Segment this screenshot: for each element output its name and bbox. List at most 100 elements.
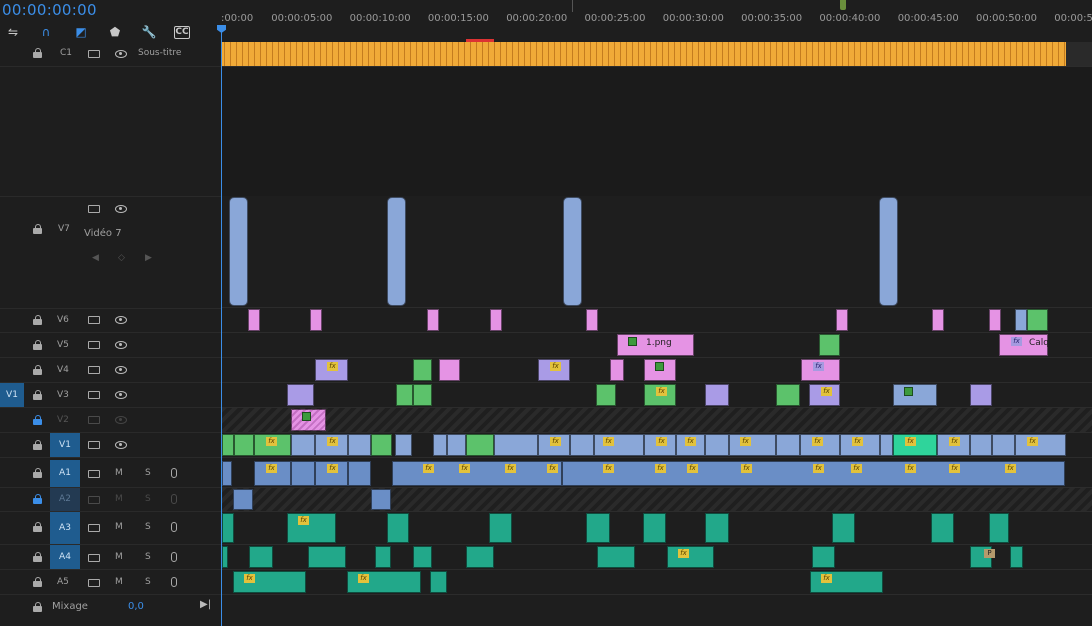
v4-clip[interactable] xyxy=(439,359,460,381)
sync-lock-icon[interactable] xyxy=(88,205,100,213)
v6-clip[interactable] xyxy=(490,309,502,331)
v2-clip[interactable] xyxy=(291,409,326,431)
v6-clip[interactable] xyxy=(836,309,848,331)
v6-clip[interactable] xyxy=(1015,309,1027,331)
wrench-icon[interactable]: 🔧 xyxy=(141,24,157,40)
v3-clip[interactable] xyxy=(970,384,992,406)
lock-icon[interactable] xyxy=(33,577,43,587)
a3-clip[interactable] xyxy=(832,513,855,543)
a1-clip[interactable]: fx xyxy=(254,461,291,486)
v5-clip[interactable] xyxy=(819,334,840,356)
v7-clip[interactable] xyxy=(229,197,248,306)
v3-clip[interactable] xyxy=(776,384,800,406)
snap-magnet-icon[interactable]: ∩ xyxy=(38,24,54,40)
v1-clip[interactable] xyxy=(880,434,893,456)
v1-clip[interactable]: fx xyxy=(893,434,937,456)
v1-clip[interactable] xyxy=(395,434,412,456)
marker-icon[interactable]: ⬟ xyxy=(107,24,123,40)
lock-icon[interactable] xyxy=(33,440,43,450)
v1-clip[interactable] xyxy=(447,434,466,456)
mute-button[interactable]: M xyxy=(115,577,123,587)
v3-clip[interactable] xyxy=(596,384,616,406)
a3-clip[interactable] xyxy=(931,513,954,543)
mic-icon[interactable] xyxy=(171,468,177,478)
sync-lock-icon[interactable] xyxy=(88,341,100,349)
a4-clip[interactable] xyxy=(597,546,635,568)
sync-lock-icon[interactable] xyxy=(88,366,100,374)
track-target-a4[interactable]: A4 xyxy=(50,545,80,569)
lane-a4[interactable] xyxy=(221,545,1092,570)
a3-clip[interactable] xyxy=(643,513,666,543)
a1-clip-long[interactable]: fx fx fx fx xyxy=(392,461,562,486)
v3-clip[interactable] xyxy=(705,384,729,406)
eye-icon[interactable] xyxy=(115,366,127,374)
a2-clip[interactable] xyxy=(371,489,391,510)
v1-clip[interactable]: fx xyxy=(937,434,970,456)
a1-clip[interactable] xyxy=(291,461,315,486)
solo-button[interactable]: S xyxy=(145,522,151,532)
sync-lock-icon[interactable] xyxy=(88,554,100,562)
sync-lock-icon[interactable] xyxy=(88,524,100,532)
a4-clip[interactable] xyxy=(1010,546,1023,568)
lock-icon[interactable] xyxy=(33,315,43,325)
lane-v7[interactable] xyxy=(221,196,1092,308)
lock-icon[interactable] xyxy=(33,552,43,562)
v3-clip[interactable] xyxy=(893,384,937,406)
track-target-a2[interactable]: A2 xyxy=(50,488,80,511)
v1-clip[interactable] xyxy=(776,434,800,456)
v1-clip[interactable] xyxy=(371,434,392,456)
a4-clip[interactable] xyxy=(375,546,391,568)
a3-clip[interactable] xyxy=(705,513,729,543)
lock-icon[interactable] xyxy=(33,415,43,425)
v1-clip[interactable] xyxy=(494,434,538,456)
a4-clip[interactable]: P xyxy=(970,546,995,568)
skip-to-end-icon[interactable]: ▶| xyxy=(200,599,211,610)
v4-clip[interactable]: fx xyxy=(801,359,840,381)
insert-icon[interactable]: ⇋ xyxy=(5,24,21,40)
a5-clip[interactable]: fx xyxy=(233,571,306,593)
v3-clip[interactable] xyxy=(413,384,432,406)
v1-clip[interactable]: fx xyxy=(315,434,348,456)
v6-clip[interactable] xyxy=(1027,309,1048,331)
v7-clip[interactable] xyxy=(563,197,582,306)
sync-lock-icon[interactable] xyxy=(88,579,100,587)
mute-button[interactable]: M xyxy=(115,468,123,478)
v4-clip[interactable] xyxy=(610,359,624,381)
v1-clip[interactable]: fx xyxy=(676,434,705,456)
lock-icon[interactable] xyxy=(33,224,43,234)
lane-a2[interactable] xyxy=(221,488,1092,512)
v1-clip[interactable] xyxy=(234,434,254,456)
v1-clip[interactable] xyxy=(433,434,447,456)
v6-clip[interactable] xyxy=(989,309,1001,331)
mic-icon[interactable] xyxy=(171,552,177,562)
v1-clip[interactable] xyxy=(348,434,371,456)
v4-clip[interactable] xyxy=(644,359,676,381)
v3-clip[interactable] xyxy=(287,384,314,406)
a5-clip[interactable]: fx xyxy=(347,571,421,593)
solo-button[interactable]: S xyxy=(145,468,151,478)
sync-lock-icon[interactable] xyxy=(88,416,100,424)
prev-keyframe-icon[interactable]: ◀ xyxy=(92,253,99,263)
a3-clip[interactable] xyxy=(989,513,1009,543)
a1-clip-long[interactable]: fx fx fx fx fx fx fx fx fx xyxy=(562,461,1065,486)
v1-clip[interactable]: fx xyxy=(594,434,644,456)
a1-clip[interactable]: fx xyxy=(315,461,348,486)
a4-clip[interactable] xyxy=(249,546,273,568)
track-target-a1[interactable]: A1 xyxy=(50,460,80,487)
playhead[interactable] xyxy=(221,25,222,626)
solo-button[interactable]: S xyxy=(145,494,151,504)
track-target-v1[interactable]: V1 xyxy=(50,433,80,457)
v4-clip[interactable] xyxy=(413,359,432,381)
a5-clip[interactable]: fx xyxy=(810,571,883,593)
v1-clip[interactable] xyxy=(222,434,234,456)
v7-clip[interactable] xyxy=(879,197,898,306)
v6-clip[interactable] xyxy=(427,309,439,331)
caption-clips[interactable] xyxy=(222,42,1066,66)
sync-lock-icon[interactable] xyxy=(88,441,100,449)
v1-clip[interactable]: fx xyxy=(1015,434,1066,456)
v1-clip[interactable] xyxy=(291,434,315,456)
solo-button[interactable]: S xyxy=(145,577,151,587)
lock-icon[interactable] xyxy=(33,522,43,532)
v1-clip[interactable] xyxy=(570,434,594,456)
v6-clip[interactable] xyxy=(310,309,322,331)
